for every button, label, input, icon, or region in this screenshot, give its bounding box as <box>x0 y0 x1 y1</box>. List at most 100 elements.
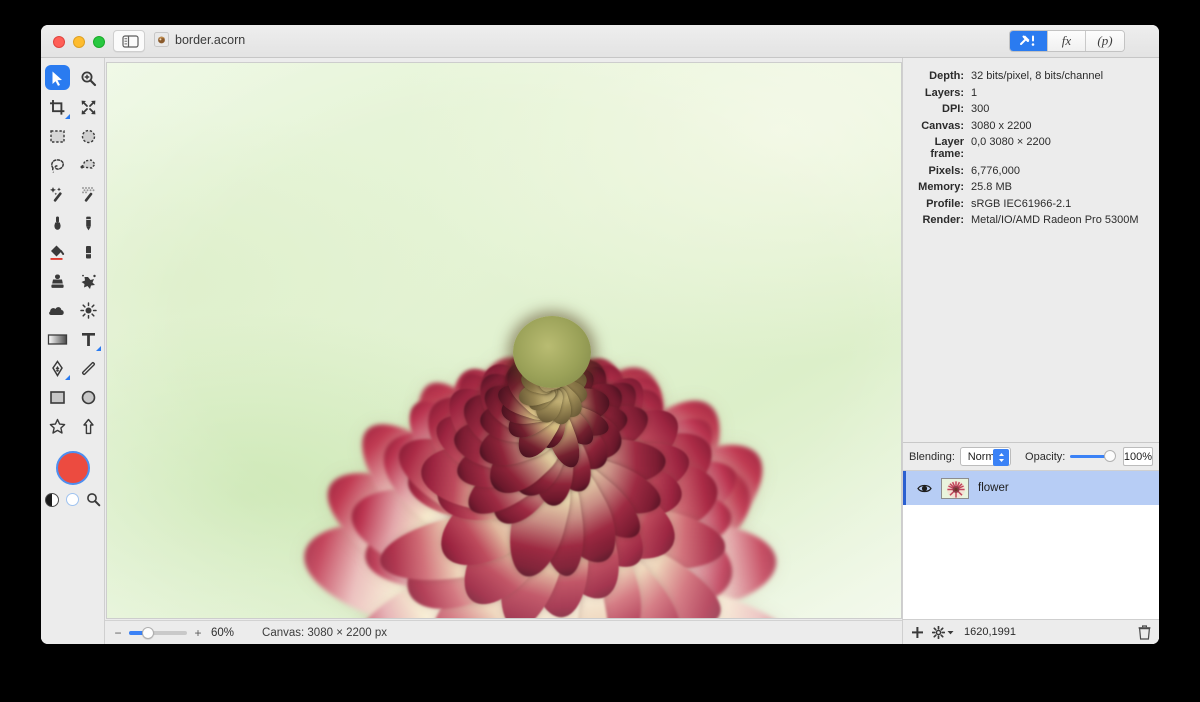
info-value: 1 <box>971 87 977 99</box>
crop-tool[interactable] <box>42 93 73 122</box>
gradient-tool[interactable] <box>42 325 73 354</box>
acorn-document-icon <box>154 32 169 47</box>
flower-center-disc <box>513 316 591 388</box>
segment-tool-info[interactable] <box>1010 31 1048 51</box>
zoom-slider[interactable] <box>129 631 187 635</box>
title-bar: border.acorn fx (p) <box>41 25 1159 58</box>
eraser-tool[interactable] <box>73 238 104 267</box>
document-title-group: border.acorn <box>154 32 245 47</box>
layer-settings-button[interactable] <box>932 626 954 639</box>
pencil-tool[interactable] <box>73 209 104 238</box>
ellipse-shape-tool[interactable] <box>73 383 104 412</box>
blending-label: Blending: <box>909 451 955 463</box>
chevron-down-icon <box>947 630 954 635</box>
dodge-tool[interactable] <box>42 296 73 325</box>
text-t-icon <box>80 331 97 348</box>
canvas-area: − + 60% Canvas: 3080 × 2200 px <box>105 58 902 644</box>
bezier-submenu-indicator[interactable] <box>65 375 70 380</box>
paint-bucket-icon <box>48 243 67 262</box>
info-label: Layer frame: <box>903 136 971 160</box>
line-tool[interactable] <box>73 354 104 383</box>
smudge-tool[interactable] <box>73 267 104 296</box>
info-value: 0,0 3080 × 2200 <box>971 136 1051 160</box>
paint-bucket-tool[interactable] <box>42 238 73 267</box>
eraser-icon <box>80 244 97 261</box>
plus-icon[interactable] <box>911 626 924 639</box>
arrow-cursor-icon <box>49 70 66 87</box>
crop-icon <box>49 99 66 116</box>
info-label: Render: <box>903 214 971 226</box>
tool-palette <box>41 58 105 644</box>
instant-alpha-tool[interactable] <box>73 180 104 209</box>
foreground-color-swatch[interactable] <box>56 451 90 485</box>
zoom-slider-knob[interactable] <box>142 627 154 639</box>
cloud-icon <box>48 302 67 319</box>
opacity-value-field[interactable]: 100% <box>1123 447 1153 466</box>
text-submenu-indicator[interactable] <box>96 346 101 351</box>
move-tool[interactable] <box>42 64 73 93</box>
traffic-lights <box>53 36 105 48</box>
polygon-lasso-tool[interactable] <box>73 151 104 180</box>
transform-tool[interactable] <box>73 93 104 122</box>
stamp-icon <box>49 273 66 290</box>
rectangular-select-tool[interactable] <box>42 122 73 151</box>
burn-tool[interactable] <box>73 296 104 325</box>
canvas-size-label: Canvas: 3080 × 2200 px <box>262 627 387 639</box>
magnifier-plus-icon <box>80 70 97 87</box>
gear-icon <box>932 626 945 639</box>
bezier-tool[interactable] <box>42 354 73 383</box>
tool-grid <box>42 64 104 441</box>
blending-mode-select[interactable]: Normal <box>960 447 1011 466</box>
star-shape-tool[interactable] <box>42 412 73 441</box>
opacity-slider-knob[interactable] <box>1104 450 1116 462</box>
color-picker-magnifier-icon[interactable] <box>86 492 101 507</box>
info-row: Layer frame: 0,0 3080 × 2200 <box>903 136 1151 160</box>
elliptical-select-tool[interactable] <box>73 122 104 151</box>
arrow-shape-tool[interactable] <box>73 412 104 441</box>
dashed-rectangle-icon <box>49 128 66 145</box>
info-label: Profile: <box>903 198 971 210</box>
instant-alpha-wand-icon <box>80 186 97 203</box>
sun-icon <box>80 302 97 319</box>
sidebar-toggle-button[interactable] <box>113 30 145 52</box>
crop-submenu-indicator[interactable] <box>65 114 70 119</box>
lasso-tool[interactable] <box>42 151 73 180</box>
status-bar: − + 60% Canvas: 3080 × 2200 px <box>105 620 902 644</box>
zoom-tool[interactable] <box>73 64 104 93</box>
zoom-in-button[interactable]: + <box>193 626 203 640</box>
brush-tool[interactable] <box>42 209 73 238</box>
info-row: Canvas: 3080 x 2200 <box>903 120 1151 132</box>
acorn-window: border.acorn fx (p) − + 60% Canvas: 3080… <box>41 25 1159 644</box>
layers-bottom-bar: 1620,1991 <box>903 619 1159 644</box>
text-tool[interactable] <box>73 325 104 354</box>
image-canvas[interactable] <box>106 62 902 619</box>
magic-wand-tool[interactable] <box>42 180 73 209</box>
eye-icon[interactable] <box>917 483 932 494</box>
info-label: Depth: <box>903 70 971 82</box>
info-row: DPI: 300 <box>903 103 1151 115</box>
layer-row[interactable]: flower <box>903 471 1159 505</box>
background-color-swatch[interactable] <box>66 493 79 506</box>
minimize-button[interactable] <box>73 36 85 48</box>
close-button[interactable] <box>53 36 65 48</box>
segment-palette[interactable]: (p) <box>1086 31 1124 51</box>
rectangle-icon <box>49 389 66 406</box>
segment-effects[interactable]: fx <box>1048 31 1086 51</box>
clone-stamp-tool[interactable] <box>42 267 73 296</box>
info-value: 3080 x 2200 <box>971 120 1032 132</box>
window-body: − + 60% Canvas: 3080 × 2200 px Depth: 32… <box>41 58 1159 644</box>
opacity-slider[interactable] <box>1070 455 1105 458</box>
swap-colors-icon[interactable] <box>45 493 59 507</box>
rectangle-shape-tool[interactable] <box>42 383 73 412</box>
layer-name: flower <box>978 482 1009 494</box>
document-title-text: border.acorn <box>175 33 245 47</box>
trash-icon[interactable] <box>1138 625 1151 640</box>
chevron-updown-icon <box>993 449 1009 466</box>
zoom-out-button[interactable]: − <box>113 626 123 640</box>
info-value: 32 bits/pixel, 8 bits/channel <box>971 70 1103 82</box>
tool-info-icon <box>1019 34 1039 48</box>
zoom-button[interactable] <box>93 36 105 48</box>
lasso-icon <box>49 157 66 174</box>
inspector-segmented-control[interactable]: fx (p) <box>1009 30 1125 52</box>
info-label: Layers: <box>903 87 971 99</box>
